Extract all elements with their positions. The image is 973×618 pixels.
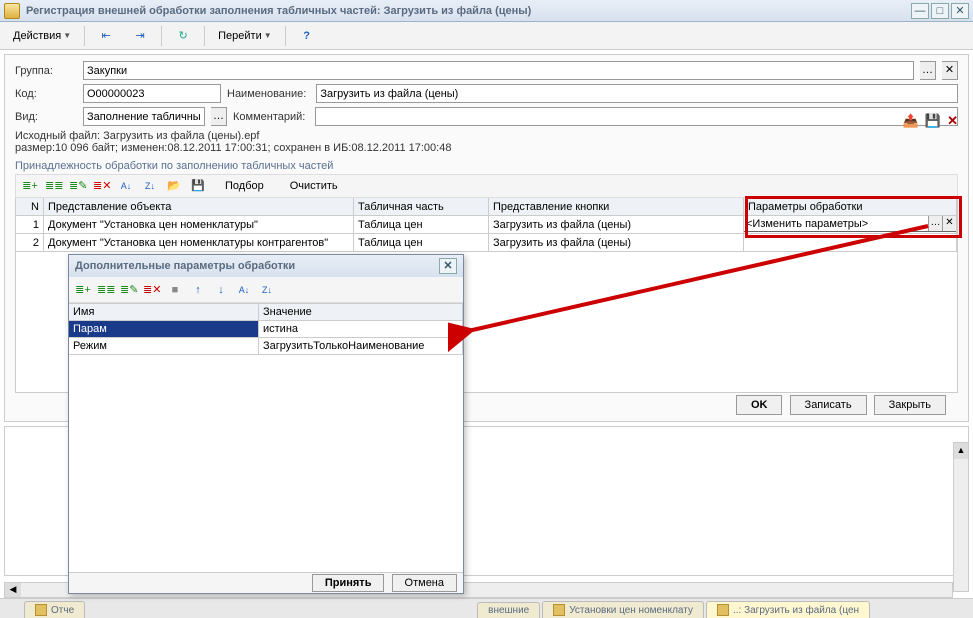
folder-icon xyxy=(553,604,565,616)
dialog-title: Дополнительные параметры обработки xyxy=(75,260,295,272)
dlg-sort-desc-button[interactable]: Z↓ xyxy=(257,280,277,300)
dlg-sort-asc-button[interactable]: A↓ xyxy=(234,280,254,300)
kind-input[interactable] xyxy=(83,107,205,126)
save-file-icon[interactable]: 💾 xyxy=(925,113,941,129)
col-btn[interactable]: Представление кнопки xyxy=(489,198,744,216)
dialog-toolbar: ≣+ ≣≣ ≣✎ ≣✕ ■ ↑ ↓ A↓ Z↓ xyxy=(69,277,463,303)
scroll-left-icon[interactable]: ◀ xyxy=(5,583,21,597)
group-label: Группа: xyxy=(15,65,77,77)
dlg-finish-button[interactable]: ■ xyxy=(165,280,185,300)
params-clear-button[interactable]: ✕ xyxy=(942,216,956,231)
select-button[interactable]: Подбор xyxy=(216,177,273,195)
sort-desc-button[interactable]: Z↓ xyxy=(140,176,160,196)
dialog-close-button[interactable]: ✕ xyxy=(439,258,457,274)
col-obj[interactable]: Представление объекта xyxy=(44,198,354,216)
col-tab[interactable]: Табличная часть xyxy=(354,198,489,216)
section-toolbar: ≣+ ≣≣ ≣✎ ≣✕ A↓ Z↓ 📂 💾 Подбор Очистить xyxy=(15,174,958,198)
dialog-row[interactable]: Парам истина xyxy=(69,321,463,338)
dlg-copy-button[interactable]: ≣≣ xyxy=(96,280,116,300)
folder-icon xyxy=(35,604,47,616)
close-button[interactable]: ✕ xyxy=(951,3,969,19)
edit-row-button[interactable]: ≣✎ xyxy=(68,176,88,196)
dlg-col-value[interactable]: Значение xyxy=(259,304,463,321)
table-row[interactable]: 2 Документ "Установка цен номенклатуры к… xyxy=(16,234,957,252)
dialog-grid: Имя Значение Парам истина Режим Загрузит… xyxy=(69,303,463,572)
open-button[interactable]: 📂 xyxy=(164,176,184,196)
dlg-delete-button[interactable]: ≣✕ xyxy=(142,280,162,300)
goto-menu[interactable]: Перейти▼ xyxy=(211,27,279,45)
main-toolbar: Действия▼ ⇤ ⇥ ↻ Перейти▼ ? xyxy=(0,22,973,50)
ok-button[interactable]: OK xyxy=(736,395,783,415)
dlg-move-up-button[interactable]: ↑ xyxy=(188,280,208,300)
write-button[interactable]: Записать xyxy=(790,395,867,415)
code-input[interactable] xyxy=(83,84,221,103)
name-input[interactable] xyxy=(316,84,958,103)
window-title: Регистрация внешней обработки заполнения… xyxy=(26,5,911,17)
dlg-move-down-button[interactable]: ↓ xyxy=(211,280,231,300)
minimize-button[interactable]: — xyxy=(911,3,929,19)
group-select-button[interactable]: … xyxy=(920,61,936,80)
dialog-footer: Принять Отмена xyxy=(69,572,463,593)
nav-forward-button[interactable]: ⇥ xyxy=(125,25,155,47)
params-edit-cell[interactable]: … ✕ xyxy=(744,216,957,232)
source-file-line1: Исходный файл: Загрузить из файла (цены)… xyxy=(15,130,958,142)
tab-item[interactable]: Отче xyxy=(24,601,85,618)
title-bar: Регистрация внешней обработки заполнения… xyxy=(0,0,973,22)
folder-icon xyxy=(4,3,20,19)
add-copy-button[interactable]: ≣≣ xyxy=(44,176,64,196)
help-icon: ? xyxy=(299,28,315,44)
params-select-button[interactable]: … xyxy=(928,216,942,231)
group-input[interactable] xyxy=(83,61,914,80)
arrow-left-icon: ⇤ xyxy=(98,28,114,44)
source-file-line2: размер:10 096 байт; изменен:08.12.2011 1… xyxy=(15,142,958,154)
scroll-up-icon[interactable]: ▲ xyxy=(954,443,968,459)
tab-item[interactable]: Установки цен номенклату xyxy=(542,601,704,618)
dialog-grid-header: Имя Значение xyxy=(69,304,463,321)
code-label: Код: xyxy=(15,88,77,100)
sort-asc-button[interactable]: A↓ xyxy=(116,176,136,196)
delete-file-icon[interactable]: ✕ xyxy=(947,113,958,129)
col-n[interactable]: N xyxy=(16,198,44,216)
window-tab-bar: Отче внешние Установки цен номенклату ..… xyxy=(0,598,973,618)
file-icons: 📤 💾 ✕ xyxy=(903,113,958,129)
dlg-add-button[interactable]: ≣+ xyxy=(73,280,93,300)
close-form-button[interactable]: Закрыть xyxy=(874,395,946,415)
help-button[interactable]: ? xyxy=(292,25,322,47)
refresh-button[interactable]: ↻ xyxy=(168,25,198,47)
name-label: Наименование: xyxy=(227,88,306,100)
dialog-title-bar: Дополнительные параметры обработки ✕ xyxy=(69,255,463,277)
table-row[interactable]: 1 Документ "Установка цен номенклатуры" … xyxy=(16,216,957,234)
kind-dropdown-button[interactable]: … xyxy=(211,107,227,126)
params-dialog: Дополнительные параметры обработки ✕ ≣+ … xyxy=(68,254,464,594)
clear-button[interactable]: Очистить xyxy=(281,177,347,195)
dialog-cancel-button[interactable]: Отмена xyxy=(392,574,457,592)
maximize-button[interactable]: □ xyxy=(931,3,949,19)
col-par[interactable]: Параметры обработки xyxy=(744,198,957,216)
arrow-right-icon: ⇥ xyxy=(132,28,148,44)
comment-label: Комментарий: xyxy=(233,111,305,123)
kind-label: Вид: xyxy=(15,111,77,123)
dialog-row[interactable]: Режим ЗагрузитьТолькоНаименование xyxy=(69,338,463,355)
folder-icon xyxy=(717,604,729,616)
dlg-col-name[interactable]: Имя xyxy=(69,304,259,321)
save-button[interactable]: 💾 xyxy=(188,176,208,196)
section-title: Принадлежность обработки по заполнению т… xyxy=(15,160,958,172)
tab-item-active[interactable]: ..: Загрузить из файла (цен xyxy=(706,601,870,618)
upload-file-icon[interactable]: 📤 xyxy=(903,113,919,129)
actions-menu[interactable]: Действия▼ xyxy=(6,27,78,45)
refresh-icon: ↻ xyxy=(175,28,191,44)
params-input[interactable] xyxy=(744,216,928,231)
add-row-button[interactable]: ≣+ xyxy=(20,176,40,196)
nav-back-button[interactable]: ⇤ xyxy=(91,25,121,47)
tab-item[interactable]: внешние xyxy=(477,602,540,618)
table-header: N Представление объекта Табличная часть … xyxy=(16,198,957,216)
delete-row-button[interactable]: ≣✕ xyxy=(92,176,112,196)
group-clear-button[interactable]: ✕ xyxy=(942,61,958,80)
vertical-scrollbar[interactable]: ▲ xyxy=(953,442,969,592)
dlg-edit-button[interactable]: ≣✎ xyxy=(119,280,139,300)
dialog-accept-button[interactable]: Принять xyxy=(312,574,385,592)
comment-input[interactable] xyxy=(315,107,958,126)
